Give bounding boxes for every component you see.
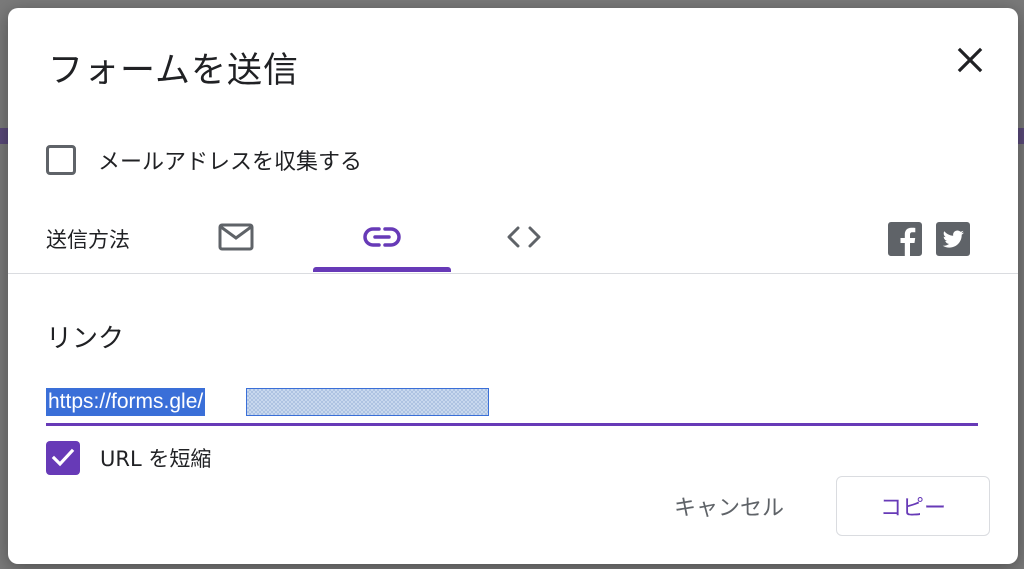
link-url-redacted (246, 388, 489, 416)
collect-emails-row[interactable]: メールアドレスを収集する (46, 142, 362, 178)
close-button[interactable] (950, 40, 990, 80)
embed-code-icon (507, 226, 541, 248)
send-form-dialog: フォームを送信 メールアドレスを収集する 送信方法 リンク https://fo… (8, 8, 1018, 564)
cancel-button[interactable]: キャンセル (656, 478, 802, 534)
send-via-label: 送信方法 (46, 228, 130, 252)
shorten-url-row[interactable]: URL を短縮 (46, 440, 211, 476)
shorten-url-label: URL を短縮 (100, 447, 212, 471)
shorten-url-checkbox[interactable] (46, 441, 80, 475)
collect-emails-checkbox[interactable] (46, 145, 76, 175)
link-url-text[interactable]: https://forms.gle/ (46, 388, 206, 416)
collect-emails-label: メールアドレスを収集する (98, 150, 363, 175)
share-facebook-button[interactable] (888, 222, 922, 256)
link-section-title: リンク (46, 324, 125, 354)
close-icon (957, 47, 983, 73)
link-url-field[interactable]: https://forms.gle/ (46, 386, 978, 426)
tab-email[interactable] (180, 204, 292, 270)
checkmark-icon (51, 448, 75, 467)
selected-tab-indicator (313, 267, 451, 272)
dialog-title: フォームを送信 (48, 51, 299, 91)
link-icon (363, 227, 401, 247)
tab-link[interactable] (313, 204, 451, 270)
tab-embed[interactable] (468, 204, 580, 270)
share-twitter-button[interactable] (936, 222, 970, 256)
copy-button[interactable]: コピー (836, 476, 990, 536)
tabs-divider (8, 273, 1018, 274)
facebook-icon (900, 227, 916, 256)
twitter-icon (942, 230, 964, 248)
email-icon (218, 223, 254, 251)
